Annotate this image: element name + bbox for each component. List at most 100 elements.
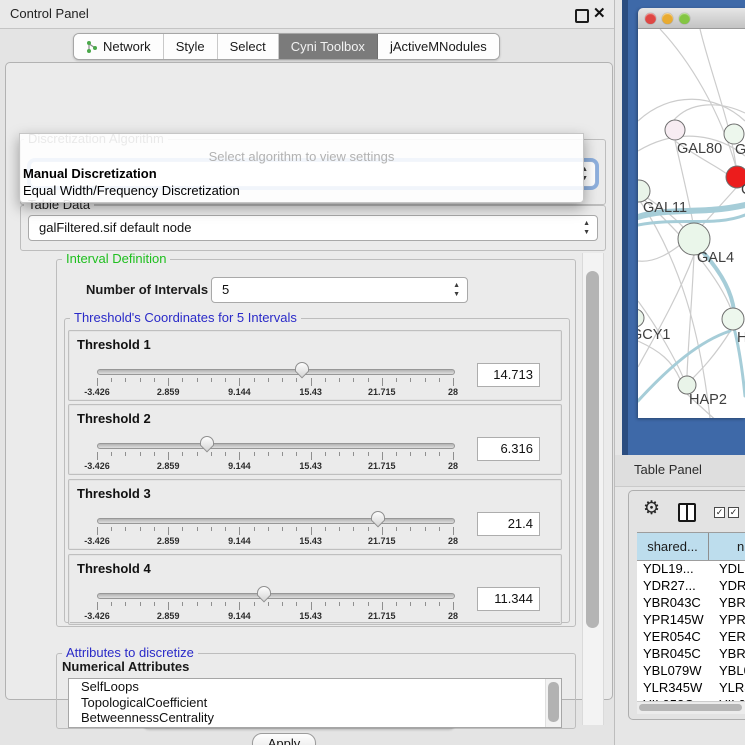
tick-label: 9.144	[228, 536, 251, 546]
table-row[interactable]: YBR043CYBR0	[637, 595, 745, 612]
tick-mark	[282, 378, 283, 382]
column-header-shared-name[interactable]: shared...	[637, 533, 709, 560]
list-scrollbar[interactable]	[545, 679, 561, 727]
cell-name: YDR2	[715, 578, 745, 595]
tick-mark	[410, 527, 411, 531]
close-icon[interactable]: ✕	[593, 4, 606, 24]
list-item[interactable]: TopologicalCoefficient	[69, 695, 561, 711]
tick-mark	[368, 602, 369, 606]
attributes-group-title: Attributes to discretize	[62, 646, 198, 660]
cell-name: YBR0	[715, 646, 745, 663]
zoom-traffic-light[interactable]	[679, 13, 690, 24]
table-horizontal-scrollbar-thumb[interactable]	[639, 704, 742, 711]
slider-track[interactable]	[97, 443, 455, 449]
threshold-value-field[interactable]: 21.4	[477, 512, 540, 536]
table-row[interactable]: YLR345WYLR3	[637, 680, 745, 697]
tick-mark	[368, 452, 369, 456]
tick-mark	[368, 527, 369, 531]
network-node-ga[interactable]	[724, 124, 744, 144]
tick-mark	[311, 452, 312, 460]
tab-style[interactable]: Style	[164, 34, 218, 59]
slider-ticks	[97, 527, 453, 536]
network-node-gcy1[interactable]	[638, 309, 644, 327]
algorithm-dropdown-popup: Select algorithm to view settings Manual…	[19, 133, 584, 203]
tick-label: 2.859	[157, 461, 180, 471]
tick-label: 15.43	[299, 536, 322, 546]
cyni-toolbox-content: Discretization Algorithm ▲▼ Table Data g…	[5, 62, 613, 700]
tick-mark	[254, 602, 255, 606]
apply-button[interactable]: Apply	[252, 733, 316, 745]
slider-thumb[interactable]	[294, 361, 310, 379]
column-header-name[interactable]: n	[709, 533, 745, 560]
number-of-intervals-combobox[interactable]: 5 ▲▼	[211, 277, 468, 303]
tab-select[interactable]: Select	[218, 34, 279, 59]
slider-track[interactable]	[97, 518, 455, 524]
network-node-gal80[interactable]	[665, 120, 685, 140]
tab-jactivemnodules[interactable]: jActiveMNodules	[378, 34, 499, 59]
gear-icon[interactable]: ⚙	[643, 499, 660, 519]
float-window-icon[interactable]	[575, 9, 589, 23]
threshold-label: Threshold 2	[77, 411, 151, 426]
network-node-label: GA	[735, 142, 745, 158]
content-scrollbar[interactable]	[582, 253, 604, 725]
numerical-attributes-label: Numerical Attributes	[62, 659, 189, 674]
slider-thumb[interactable]	[256, 585, 272, 603]
network-node-label: GAL11	[643, 200, 687, 216]
slider-thumb[interactable]	[370, 510, 386, 528]
list-item[interactable]: SelfLoops	[69, 679, 561, 695]
content-scrollbar-thumb[interactable]	[586, 271, 599, 628]
tab-label: Select	[230, 34, 266, 59]
column-chooser-icon[interactable]	[678, 503, 696, 522]
slider-tick-labels: -3.4262.8599.14415.4321.71528	[97, 611, 453, 621]
dropdown-item[interactable]: Manual Discretization	[23, 166, 157, 181]
list-item[interactable]: BetweennessCentrality	[69, 710, 561, 726]
threshold-value-field[interactable]: 6.316	[477, 437, 540, 461]
tick-mark	[453, 378, 454, 386]
table-row[interactable]: YPR145WYPR1	[637, 612, 745, 629]
slider-ticks	[97, 378, 453, 387]
slider-track[interactable]	[97, 593, 455, 599]
tick-mark	[225, 527, 226, 531]
tick-mark	[225, 378, 226, 382]
network-canvas[interactable]: GAL80GACGAL11GAL4GCY1HHAP2	[638, 29, 745, 418]
slider-track[interactable]	[97, 369, 455, 375]
top-tab-bar: NetworkStyle Select Cyni ToolboxjActiveMNo…	[73, 33, 500, 60]
close-traffic-light[interactable]	[645, 13, 656, 24]
tick-mark	[439, 452, 440, 456]
numerical-attributes-list[interactable]: SelfLoopsTopologicalCoefficientBetweenne…	[68, 678, 562, 728]
table-row[interactable]: YDL19...YDL1	[637, 561, 745, 578]
tick-mark	[97, 527, 98, 535]
tick-mark	[168, 378, 169, 386]
tick-label: -3.426	[84, 387, 110, 397]
table-data-combobox[interactable]: galFiltered.sif default node ▲▼	[28, 215, 598, 241]
slider-thumb[interactable]	[199, 435, 215, 453]
network-window[interactable]: GAL80GACGAL11GAL4GCY1HHAP2	[638, 8, 745, 418]
tick-mark	[97, 602, 98, 610]
tick-mark	[353, 602, 354, 606]
network-node-h[interactable]	[722, 308, 744, 330]
table-row[interactable]: YDR27...YDR2	[637, 578, 745, 595]
tab-cyni-toolbox[interactable]: Cyni Toolbox	[279, 34, 378, 59]
tick-mark	[211, 527, 212, 531]
table-row[interactable]: YER054CYER0	[637, 629, 745, 646]
tick-label: -3.426	[84, 536, 110, 546]
tab-network[interactable]: Network	[74, 34, 164, 59]
table-row[interactable]: YBL079WYBL0	[637, 663, 745, 680]
tick-mark	[382, 378, 383, 386]
checkbox-icon[interactable]: ✓	[728, 507, 739, 518]
tick-label: 28	[448, 536, 458, 546]
checkbox-icon[interactable]: ✓	[714, 507, 725, 518]
threshold-value-field[interactable]: 11.344	[477, 587, 540, 611]
table-row[interactable]: YBR045CYBR0	[637, 646, 745, 663]
list-scrollbar-thumb[interactable]	[548, 682, 559, 722]
cell-name: YPR1	[715, 612, 745, 629]
tick-label: 15.43	[299, 611, 322, 621]
threshold-value-field[interactable]: 14.713	[477, 363, 540, 387]
number-of-intervals-value: 5	[222, 278, 229, 302]
dropdown-item[interactable]: Equal Width/Frequency Discretization	[23, 183, 240, 198]
minimize-traffic-light[interactable]	[662, 13, 673, 24]
tick-mark	[396, 452, 397, 456]
table-horizontal-scrollbar[interactable]	[637, 701, 745, 714]
tick-mark	[239, 452, 240, 460]
tick-label: 9.144	[228, 387, 251, 397]
